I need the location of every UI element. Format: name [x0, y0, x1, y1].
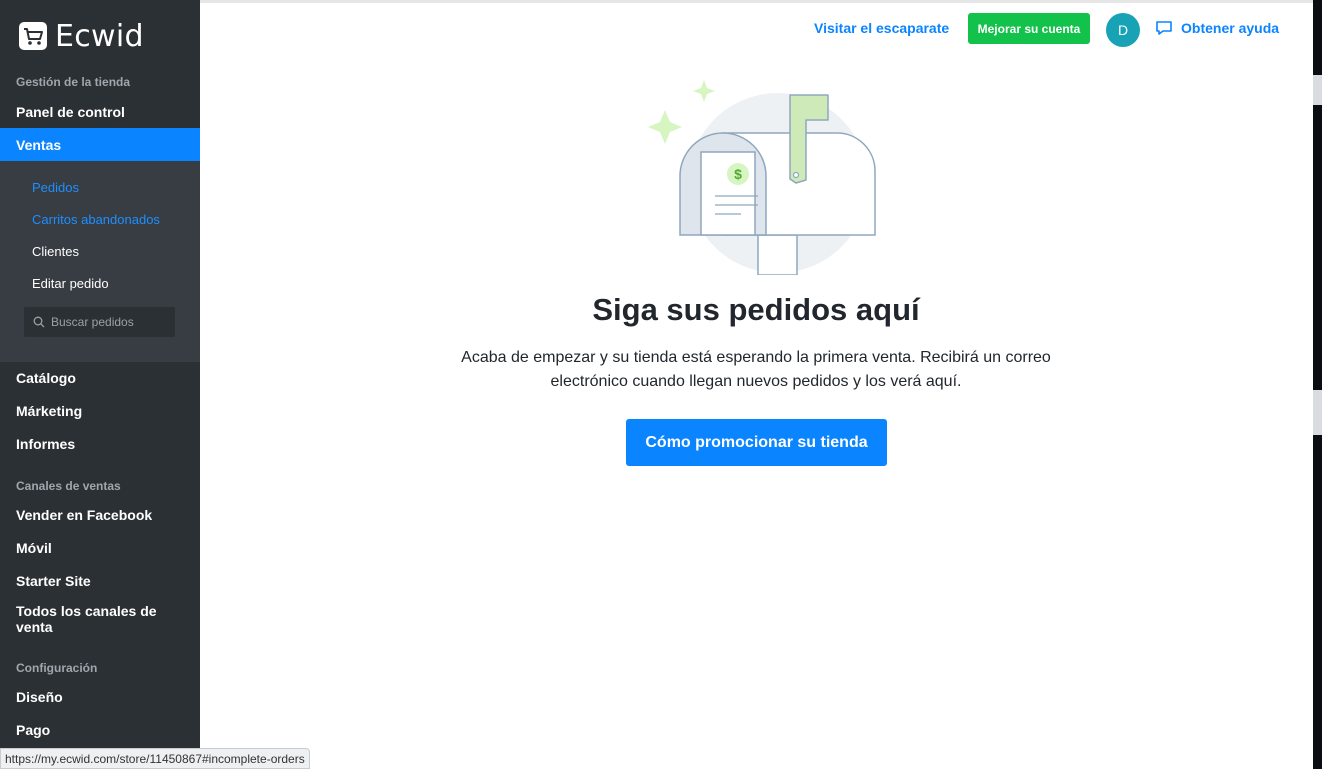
cart-logo-icon	[19, 22, 47, 50]
search-icon	[33, 316, 45, 328]
dollar-icon: $	[734, 166, 742, 182]
page-title: Siga sus pedidos aquí	[592, 292, 920, 327]
subnav-abandoned-carts[interactable]: Carritos abandonados	[32, 212, 160, 227]
nav-facebook[interactable]: Vender en Facebook	[0, 498, 200, 531]
promote-store-button[interactable]: Cómo promocionar su tienda	[626, 419, 887, 466]
nav-payment[interactable]: Pago	[0, 713, 200, 746]
nav-all-channels[interactable]: Todos los canales de venta	[0, 599, 200, 639]
nav-sales[interactable]: Ventas	[0, 128, 200, 161]
nav-starter-site[interactable]: Starter Site	[0, 564, 200, 597]
nav-design[interactable]: Diseño	[0, 680, 200, 713]
avatar[interactable]: D	[1106, 13, 1140, 47]
help-link[interactable]: Obtener ayuda	[1155, 20, 1279, 36]
chat-bubble-icon	[1156, 21, 1172, 35]
order-search-input[interactable]	[51, 315, 171, 329]
logo-text: Ecwid	[55, 18, 144, 54]
section-label-store: Gestión de la tienda	[16, 75, 131, 89]
order-search-box	[24, 307, 175, 337]
window-top-border	[200, 0, 1313, 3]
ecwid-logo[interactable]: Ecwid	[19, 18, 144, 54]
nav-mobile[interactable]: Móvil	[0, 531, 200, 564]
subnav-orders[interactable]: Pedidos	[32, 180, 79, 195]
background-window-edge	[1313, 0, 1322, 769]
nav-catalog[interactable]: Catálogo	[0, 361, 200, 394]
section-label-config: Configuración	[16, 661, 98, 675]
nav-marketing[interactable]: Márketing	[0, 394, 200, 427]
subnav-customers[interactable]: Clientes	[32, 244, 79, 259]
visit-store-link[interactable]: Visitar el escaparate	[814, 20, 949, 36]
subnav-edit-order[interactable]: Editar pedido	[32, 276, 109, 291]
page-description: Acaba de empezar y su tienda está espera…	[461, 349, 1051, 390]
section-label-channels: Canales de ventas	[16, 479, 121, 493]
status-bar-url: https://my.ecwid.com/store/11450867#inco…	[0, 748, 310, 769]
mailbox-illustration: $	[648, 80, 876, 275]
sidebar: Ecwid Gestión de la tienda Panel de cont…	[0, 0, 200, 769]
upgrade-account-button[interactable]: Mejorar su cuenta	[968, 13, 1090, 44]
nav-reports[interactable]: Informes	[0, 427, 200, 460]
nav-dashboard[interactable]: Panel de control	[0, 95, 200, 128]
help-label: Obtener ayuda	[1181, 20, 1280, 36]
